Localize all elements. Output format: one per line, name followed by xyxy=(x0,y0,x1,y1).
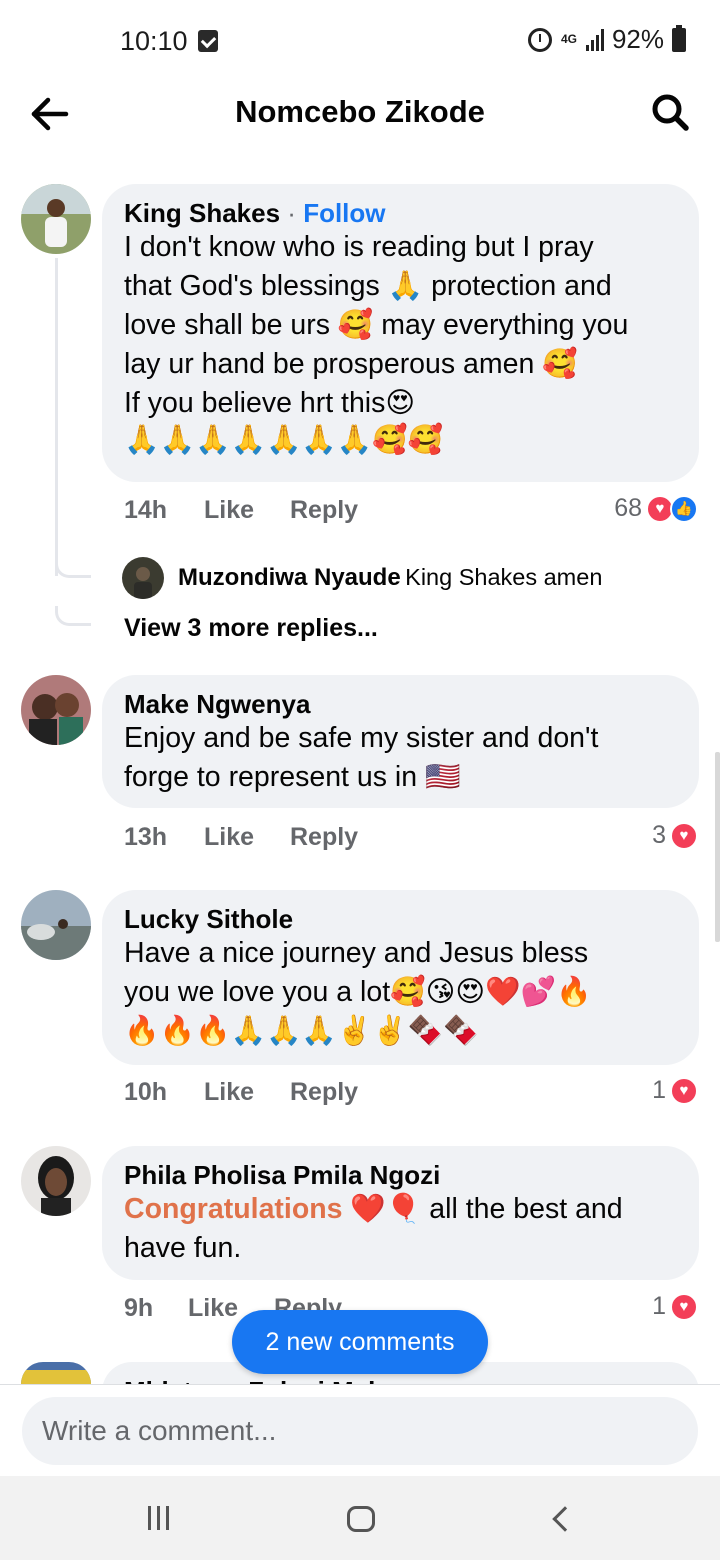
comment-author[interactable]: Lucky Sithole xyxy=(124,904,677,934)
comment-bubble: King Shakes · Follow I don't know who is… xyxy=(102,184,699,482)
like-button[interactable]: Like xyxy=(204,823,290,852)
separator-dot: · xyxy=(287,198,304,228)
avatar[interactable] xyxy=(21,675,91,745)
reply-button[interactable]: Reply xyxy=(290,496,358,525)
love-reaction-icon: ♥ xyxy=(670,821,698,850)
comment-line: 🙏🙏🙏🙏🙏🙏🙏🥰🥰 xyxy=(124,424,444,456)
comment-actions: 10h Like Reply xyxy=(124,1078,358,1107)
status-icons: 4G 92% xyxy=(527,24,686,55)
status-bar: 10:10 4G 92% xyxy=(0,0,720,84)
reaction-summary[interactable]: 68 ♥ 👍 xyxy=(614,494,698,523)
like-reaction-icon: 👍 xyxy=(670,494,698,523)
comment-text: Enjoy and be safe my sister and don't fo… xyxy=(124,719,677,797)
comment-line: you we love you a lot🥰😘😍❤️💕🔥 xyxy=(124,976,592,1008)
comment-actions: 13h Like Reply xyxy=(124,823,358,852)
home-icon[interactable] xyxy=(347,1506,375,1532)
comment-time: 9h xyxy=(124,1294,154,1322)
comment-line: lay ur hand be prosperous amen 🥰 xyxy=(124,348,578,380)
follow-button[interactable]: Follow xyxy=(303,198,385,228)
comment-author[interactable]: Make Ngwenya xyxy=(124,689,677,719)
recent-apps-icon[interactable] xyxy=(148,1506,169,1530)
comment-line: Enjoy and be safe my sister and don't xyxy=(124,722,599,754)
comment-text: I don't know who is reading but I pray t… xyxy=(124,228,677,457)
like-button[interactable]: Like xyxy=(204,496,290,525)
reply-avatar xyxy=(122,557,164,599)
comment-text: Congratulations ❤️🎈 all the best and hav… xyxy=(124,1190,677,1268)
comment-time: 13h xyxy=(124,823,168,851)
comment-text: Have a nice journey and Jesus bless you … xyxy=(124,934,677,1051)
comment-time: 14h xyxy=(124,496,168,524)
reply-text: King Shakes amen xyxy=(405,564,603,590)
thread-branch xyxy=(55,606,91,626)
reaction-count: 1 xyxy=(652,1292,666,1320)
reply-author[interactable]: Muzondiwa Nyaude xyxy=(178,564,401,591)
avatar[interactable] xyxy=(21,1146,91,1216)
reaction-count: 68 xyxy=(614,494,642,522)
comment-author-line: King Shakes · Follow xyxy=(124,198,677,228)
reaction-count: 3 xyxy=(652,821,666,849)
thread-line xyxy=(55,258,58,576)
comment-author[interactable]: King Shakes xyxy=(124,198,280,228)
comment-line: Congratulations ❤️🎈 all the best and xyxy=(124,1190,677,1229)
thread-branch xyxy=(55,558,91,578)
reaction-summary[interactable]: 3 ♥ xyxy=(652,821,698,850)
comment-line: If you believe hrt this😍 xyxy=(124,387,416,419)
view-more-replies-link[interactable]: View 3 more replies... xyxy=(124,614,378,643)
scrollbar[interactable] xyxy=(715,752,720,942)
avatar[interactable] xyxy=(21,184,91,254)
status-time: 10:10 xyxy=(120,26,188,56)
reply-preview[interactable]: Muzondiwa Nyaude King Shakes amen xyxy=(122,557,602,599)
signal-icon xyxy=(585,28,604,51)
avatar[interactable] xyxy=(21,890,91,960)
reply-button[interactable]: Reply xyxy=(290,823,358,852)
back-icon[interactable] xyxy=(552,1506,578,1532)
battery-percent: 92% xyxy=(611,24,664,54)
reply-button[interactable]: Reply xyxy=(290,1078,358,1107)
page-title: Nomcebo Zikode xyxy=(235,94,485,129)
comment-line: I don't know who is reading but I pray xyxy=(124,231,594,263)
header: Nomcebo Zikode xyxy=(0,84,720,154)
comment-actions: 14h Like Reply xyxy=(124,496,358,525)
congratulations-highlight: Congratulations xyxy=(124,1193,343,1225)
comment-line: that God's blessings 🙏 protection and xyxy=(124,270,612,302)
comment-line: forge to represent us in 🇺🇸 xyxy=(124,761,461,793)
comment-bubble: Phila Pholisa Pmila Ngozi Congratulation… xyxy=(102,1146,699,1280)
comment-time: 10h xyxy=(124,1078,168,1106)
love-reaction-icon: ♥ xyxy=(670,1292,698,1321)
reaction-summary[interactable]: 1 ♥ xyxy=(652,1076,698,1105)
comment-bubble: Lucky Sithole Have a nice journey and Je… xyxy=(102,890,699,1065)
notification-check-icon xyxy=(198,30,218,52)
comment-author[interactable]: Phila Pholisa Pmila Ngozi xyxy=(124,1160,677,1190)
avatar[interactable] xyxy=(21,1362,91,1384)
comment-line: Have a nice journey and Jesus bless xyxy=(124,937,589,969)
comment-input[interactable]: Write a comment... xyxy=(22,1397,698,1465)
compose-area: Write a comment... xyxy=(0,1384,720,1476)
system-nav-bar xyxy=(0,1476,720,1560)
battery-icon xyxy=(672,24,686,52)
comment-bubble: Make Ngwenya Enjoy and be safe my sister… xyxy=(102,675,699,808)
search-icon[interactable] xyxy=(648,90,692,134)
reaction-count: 1 xyxy=(652,1076,666,1104)
network-type-label: 4G xyxy=(560,32,577,46)
like-button[interactable]: Like xyxy=(204,1078,290,1107)
reaction-summary[interactable]: 1 ♥ xyxy=(652,1292,698,1321)
comment-line-rest: ❤️🎈 all the best and xyxy=(342,1193,623,1225)
love-reaction-icon: ♥ xyxy=(670,1076,698,1105)
comment-line: have fun. xyxy=(124,1232,242,1264)
comment-line: love shall be urs 🥰 may everything you xyxy=(124,309,629,341)
new-comments-button[interactable]: 2 new comments xyxy=(232,1310,488,1374)
alarm-icon xyxy=(527,27,552,52)
comment-line: 🔥🔥🔥🙏🙏🙏✌️✌️🍫🍫 xyxy=(124,1015,479,1047)
